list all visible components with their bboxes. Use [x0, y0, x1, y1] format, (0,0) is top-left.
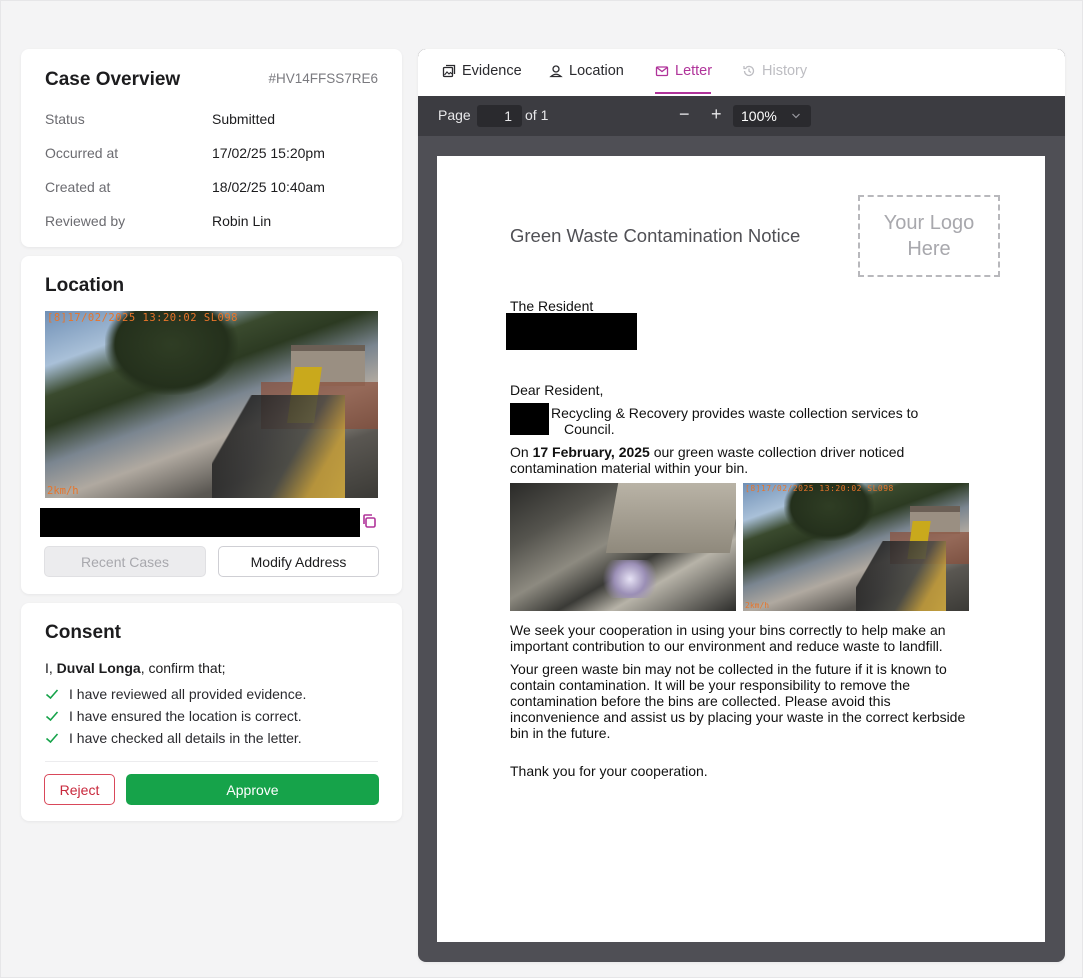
intro-line-1: Recycling & Recovery provides waste coll…: [551, 405, 919, 421]
active-tab-indicator: [655, 92, 711, 94]
case-overview-card: Case Overview #HV14FFSS7RE6 Status Submi…: [21, 49, 402, 247]
case-id: #HV14FFSS7RE6: [268, 71, 378, 86]
reviewed-by-value: Robin Lin: [212, 213, 272, 229]
location-card: Location [8]17/02/2025 13:20:02 SL098 2k…: [21, 256, 402, 594]
reviewed-by-label: Reviewed by: [45, 213, 126, 229]
redacted-address: [40, 508, 360, 537]
pin-icon: [549, 65, 563, 78]
case-overview-title: Case Overview: [45, 69, 181, 90]
consent-divider: [45, 761, 378, 762]
consent-check-label: I have reviewed all provided evidence.: [69, 686, 307, 702]
modify-address-button[interactable]: Modify Address: [218, 546, 379, 577]
recipient-line: The Resident: [510, 298, 594, 314]
incident-prefix: On: [510, 444, 533, 460]
consent-check-letter: I have checked all details in the letter…: [45, 730, 302, 746]
status-row: Status Submitted: [45, 111, 378, 131]
intro-line-2: Council.: [564, 421, 615, 437]
zoom-select[interactable]: 100%: [733, 105, 811, 127]
salutation: Dear Resident,: [510, 382, 604, 398]
page-number-input[interactable]: 1: [477, 105, 522, 127]
tab-letter-label: Letter: [675, 63, 713, 79]
consent-check-evidence: I have reviewed all provided evidence.: [45, 686, 306, 702]
page-label: Page: [438, 107, 471, 123]
zoom-value: 100%: [741, 108, 777, 124]
incident-date: 17 February, 2025: [532, 444, 650, 460]
chevron-down-icon: [792, 113, 800, 119]
status-value: Submitted: [212, 111, 276, 127]
check-icon: [45, 689, 59, 700]
consent-title: Consent: [45, 622, 121, 643]
tab-history[interactable]: History: [742, 63, 807, 79]
occurred-at-label: Occurred at: [45, 145, 119, 161]
tab-bar: Evidence Location Letter History: [418, 49, 1065, 96]
tab-location-label: Location: [569, 63, 624, 79]
evidence-photo-timestamp: [8]17/02/2025 13:20:02 SL098: [745, 484, 894, 493]
check-icon: [45, 711, 59, 722]
consent-intro: I, Duval Longa, confirm that;: [45, 660, 226, 676]
history-icon: [743, 65, 755, 77]
redacted-company-name: [510, 403, 549, 435]
zoom-out-button[interactable]: −: [679, 104, 690, 125]
recent-cases-button[interactable]: Recent Cases: [44, 546, 206, 577]
photo-timestamp: [8]17/02/2025 13:20:02 SL098: [47, 312, 239, 324]
evidence-photo-2[interactable]: [8]17/02/2025 13:20:02 SL098 2km/h: [743, 483, 969, 611]
copy-icon[interactable]: [361, 513, 377, 529]
photo-speed: 2km/h: [47, 485, 79, 497]
warning-paragraph: Your green waste bin may not be collecte…: [510, 661, 966, 741]
tab-letter[interactable]: Letter: [655, 63, 712, 79]
page-count: of 1: [525, 107, 549, 123]
consent-check-location: I have ensured the location is correct.: [45, 708, 302, 724]
mail-icon: [655, 66, 669, 77]
created-at-value: 18/02/25 10:40am: [212, 179, 325, 195]
tab-history-label: History: [762, 63, 808, 79]
consent-name: Duval Longa: [56, 660, 141, 676]
location-title: Location: [45, 275, 125, 296]
letter-title: Green Waste Contamination Notice: [510, 225, 801, 246]
cooperation-paragraph: We seek your cooperation in using your b…: [510, 622, 946, 654]
reviewed-by-row: Reviewed by Robin Lin: [45, 213, 378, 233]
evidence-photo-1[interactable]: [510, 483, 736, 611]
approve-button[interactable]: Approve: [126, 774, 379, 805]
occurred-at-row: Occurred at 17/02/25 15:20pm: [45, 145, 378, 165]
consent-intro-prefix: I,: [45, 660, 57, 676]
tab-evidence-label: Evidence: [462, 63, 522, 79]
document-viewer: Evidence Location Letter History Page 1 …: [418, 49, 1065, 962]
consent-intro-suffix: , confirm that;: [140, 660, 226, 676]
tab-location[interactable]: Location: [549, 63, 624, 79]
check-icon: [45, 733, 59, 744]
letter-page: Green Waste Contamination Notice Your Lo…: [437, 156, 1045, 942]
incident-paragraph: On 17 February, 2025 our green waste col…: [510, 444, 980, 476]
tab-evidence[interactable]: Evidence: [442, 63, 522, 79]
reject-button[interactable]: Reject: [44, 774, 115, 805]
pdf-toolbar: Page 1 of 1 − + 100%: [418, 96, 1065, 136]
status-label: Status: [45, 111, 85, 127]
consent-card: Consent I, Duval Longa, confirm that; I …: [21, 603, 402, 821]
occurred-at-value: 17/02/25 15:20pm: [212, 145, 325, 161]
zoom-in-button[interactable]: +: [711, 104, 722, 125]
consent-check-label: I have checked all details in the letter…: [69, 730, 302, 746]
closing-line: Thank you for your cooperation.: [510, 763, 708, 779]
created-at-row: Created at 18/02/25 10:40am: [45, 179, 378, 199]
location-photo[interactable]: [8]17/02/2025 13:20:02 SL098 2km/h: [45, 311, 378, 498]
created-at-label: Created at: [45, 179, 111, 195]
redacted-recipient-address: [506, 313, 637, 350]
logo-placeholder: Your Logo Here: [858, 195, 1000, 277]
image-icon: [442, 64, 456, 78]
evidence-photo-speed: 2km/h: [745, 601, 770, 610]
consent-check-label: I have ensured the location is correct.: [69, 708, 302, 724]
